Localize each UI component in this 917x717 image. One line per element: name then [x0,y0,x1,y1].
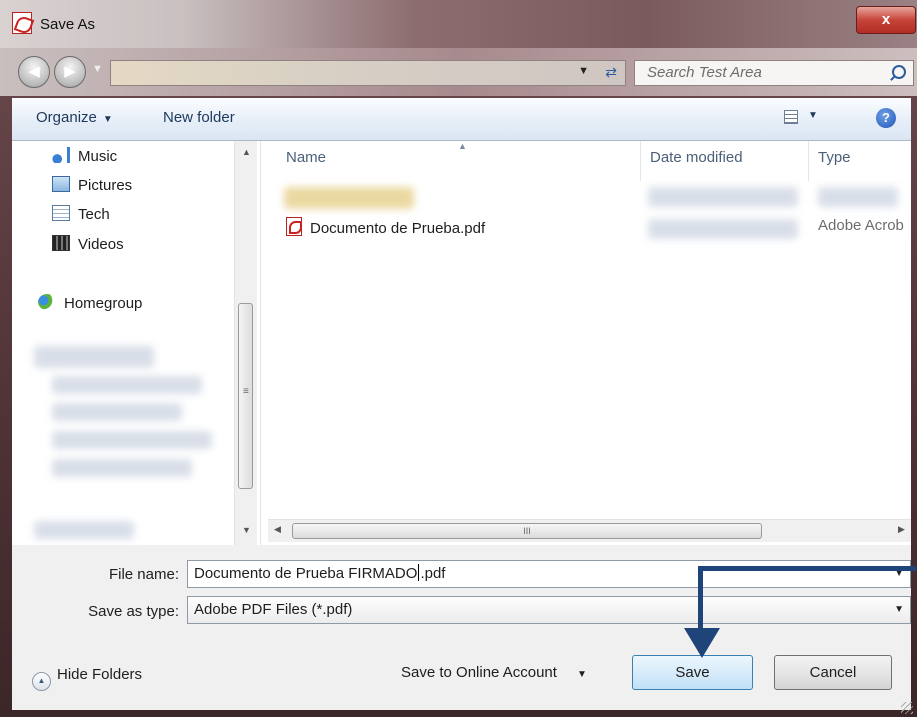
address-bar[interactable]: ▼ ⇄ [110,60,626,86]
cancel-button[interactable]: Cancel [774,655,892,690]
redacted-date [648,219,798,239]
sort-ascending-icon: ▲ [458,141,467,151]
redacted-nav-item [52,459,192,477]
file-list: ▲ Name Date modified Type Documento de P… [268,141,911,545]
document-icon [52,205,70,221]
column-header-date[interactable]: Date modified [650,149,743,166]
recent-pages-dropdown-icon[interactable]: ▼ [92,63,103,75]
scroll-down-icon[interactable]: ▼ [242,525,251,535]
navigation-scrollbar[interactable]: ▲ ≡ ▼ [234,141,257,545]
videos-icon [52,235,70,251]
view-options-dropdown-icon[interactable]: ▼ [808,110,818,121]
save-online-label: Save to Online Account [401,664,557,681]
filename-field[interactable]: Documento de Prueba FIRMADO .pdf ▼ [187,560,911,588]
file-type: Adobe Acrob [818,217,904,234]
save-type-value: Adobe PDF Files (*.pdf) [194,601,353,618]
command-toolbar: Organize ▼ New folder ▼ ? [12,98,911,141]
forward-button[interactable]: ▶ [54,56,86,88]
redacted-type [818,187,898,207]
annotation-arrow-head [684,628,720,658]
redacted-date [648,187,798,207]
address-dropdown-icon[interactable]: ▼ [578,65,589,77]
scrollbar-thumb[interactable]: ≡ [238,303,253,489]
sidebar-item-label: Homegroup [64,295,143,312]
homegroup-icon [38,294,56,310]
pdf-app-icon [12,12,32,34]
sidebar-item-tech[interactable]: Tech [52,205,110,223]
column-header-type[interactable]: Type [818,149,851,166]
search-icon[interactable] [892,65,906,79]
grip-icon: ≡ [243,386,249,397]
redacted-nav-item [52,376,202,394]
close-button[interactable]: x [856,6,916,34]
forward-arrow-icon: ▶ [64,63,76,80]
save-type-label: Save as type: [88,603,179,620]
save-type-select[interactable]: Adobe PDF Files (*.pdf) ▼ [187,596,911,624]
chevron-down-icon[interactable]: ▼ [894,597,904,623]
sidebar-item-videos[interactable]: Videos [52,235,124,253]
save-online-button[interactable]: Save to Online Account ▼ [401,664,587,681]
redacted-nav-item [52,403,182,421]
back-button[interactable]: ◀ [18,56,50,88]
sidebar-item-label: Pictures [78,177,133,194]
pictures-icon [52,176,70,192]
chevron-down-icon: ▼ [576,669,587,680]
back-arrow-icon: ◀ [28,63,40,80]
sidebar-item-homegroup[interactable]: Homegroup [38,294,142,312]
browser-pane: Music Pictures Tech Videos Homegroup ▲ ≡… [12,141,911,545]
refresh-icon[interactable]: ⇄ [605,64,617,81]
column-divider[interactable] [640,141,641,181]
scroll-right-icon[interactable]: ▶ [898,524,905,535]
pdf-file-icon [286,217,302,236]
hide-folders-label: Hide Folders [57,666,143,683]
chevron-down-icon: ▼ [102,114,113,125]
navigation-bar: ◀ ▶ ▼ ▼ ⇄ Search Test Area [0,48,917,96]
column-header-name[interactable]: Name [286,149,326,166]
scroll-up-icon[interactable]: ▲ [242,147,251,157]
sidebar-item-music[interactable]: Music [52,147,117,165]
window-title: Save As [40,16,96,33]
annotation-arrow-vertical [698,566,703,632]
redacted-folder-row[interactable] [284,187,414,209]
navigation-pane: Music Pictures Tech Videos Homegroup ▲ ≡… [12,141,261,545]
scrollbar-thumb[interactable]: III [292,523,762,539]
file-name: Documento de Prueba.pdf [310,220,486,237]
search-input[interactable]: Search Test Area [634,60,914,86]
sidebar-item-label: Music [78,148,118,165]
search-placeholder: Search Test Area [647,64,762,81]
organize-menu[interactable]: Organize ▼ [36,109,113,126]
resize-grip[interactable] [901,702,913,714]
change-view-icon[interactable] [784,110,798,124]
filename-value-before: Documento de Prueba FIRMADO [194,565,418,582]
horizontal-scrollbar[interactable]: ◀ III ▶ [268,519,911,542]
title-bar: Save As x [0,0,917,48]
redacted-nav-item [34,346,154,368]
column-divider[interactable] [808,141,809,181]
new-folder-button[interactable]: New folder [163,109,235,126]
help-icon[interactable]: ? [876,108,896,128]
save-as-dialog: Save As x ◀ ▶ ▼ ▼ ⇄ Search Test Area Org… [0,0,917,717]
music-icon [52,147,70,163]
sidebar-item-pictures[interactable]: Pictures [52,176,132,194]
chevron-up-icon: ▲ [32,672,51,691]
filename-label: File name: [108,566,179,583]
sidebar-item-label: Videos [78,236,124,253]
sidebar-item-label: Tech [78,206,110,223]
organize-label: Organize [36,109,97,126]
redacted-nav-item [52,431,212,449]
annotation-arrow-horizontal [698,566,916,571]
chevron-down-icon[interactable]: ▼ [894,561,904,587]
redacted-nav-item [34,521,134,539]
save-button[interactable]: Save [632,655,753,690]
file-row[interactable]: Documento de Prueba.pdf [286,217,485,237]
filename-value-after: .pdf [420,565,446,582]
hide-folders-button[interactable]: ▲ Hide Folders [32,666,142,691]
scroll-left-icon[interactable]: ◀ [274,524,281,535]
